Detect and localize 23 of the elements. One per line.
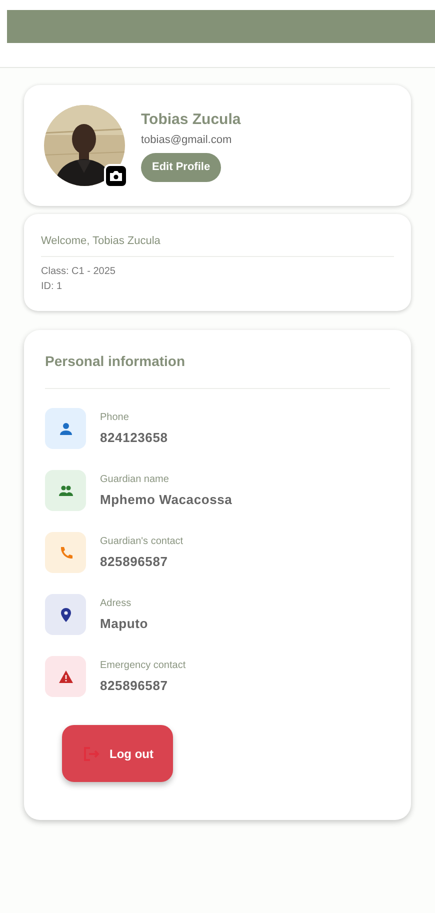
person-icon [58, 420, 74, 436]
field-value: 824123658 [100, 428, 168, 446]
id-text: ID: 1 [41, 280, 64, 294]
section-title: Personal information [45, 353, 186, 369]
field-label: Guardian name [100, 472, 170, 486]
field-value: Maputo [100, 614, 148, 632]
field-label: Adress [100, 596, 132, 610]
field-value: Mphemo Wacacossa [100, 490, 232, 508]
camera-icon [109, 170, 123, 182]
welcome-text: Welcome, Tobias Zucula [41, 234, 394, 257]
field-value: 825896587 [100, 552, 169, 570]
log-out-button[interactable]: Log out [62, 725, 173, 782]
field-label: Phone [100, 410, 130, 424]
field-label: Emergency contact [100, 658, 186, 672]
edit-profile-button[interactable]: Edit Profile [141, 152, 222, 182]
profile-email: tobias@gmail.com [141, 132, 232, 148]
people-icon [58, 482, 74, 498]
class-text: Class: C1 - 2025 [41, 265, 116, 279]
field-value: 825896587 [100, 676, 169, 694]
warning-icon [58, 668, 74, 684]
profile-name: Tobias Zucula [141, 110, 241, 130]
camera-button[interactable] [104, 164, 128, 188]
field-label: Guardian's contact [100, 534, 184, 548]
